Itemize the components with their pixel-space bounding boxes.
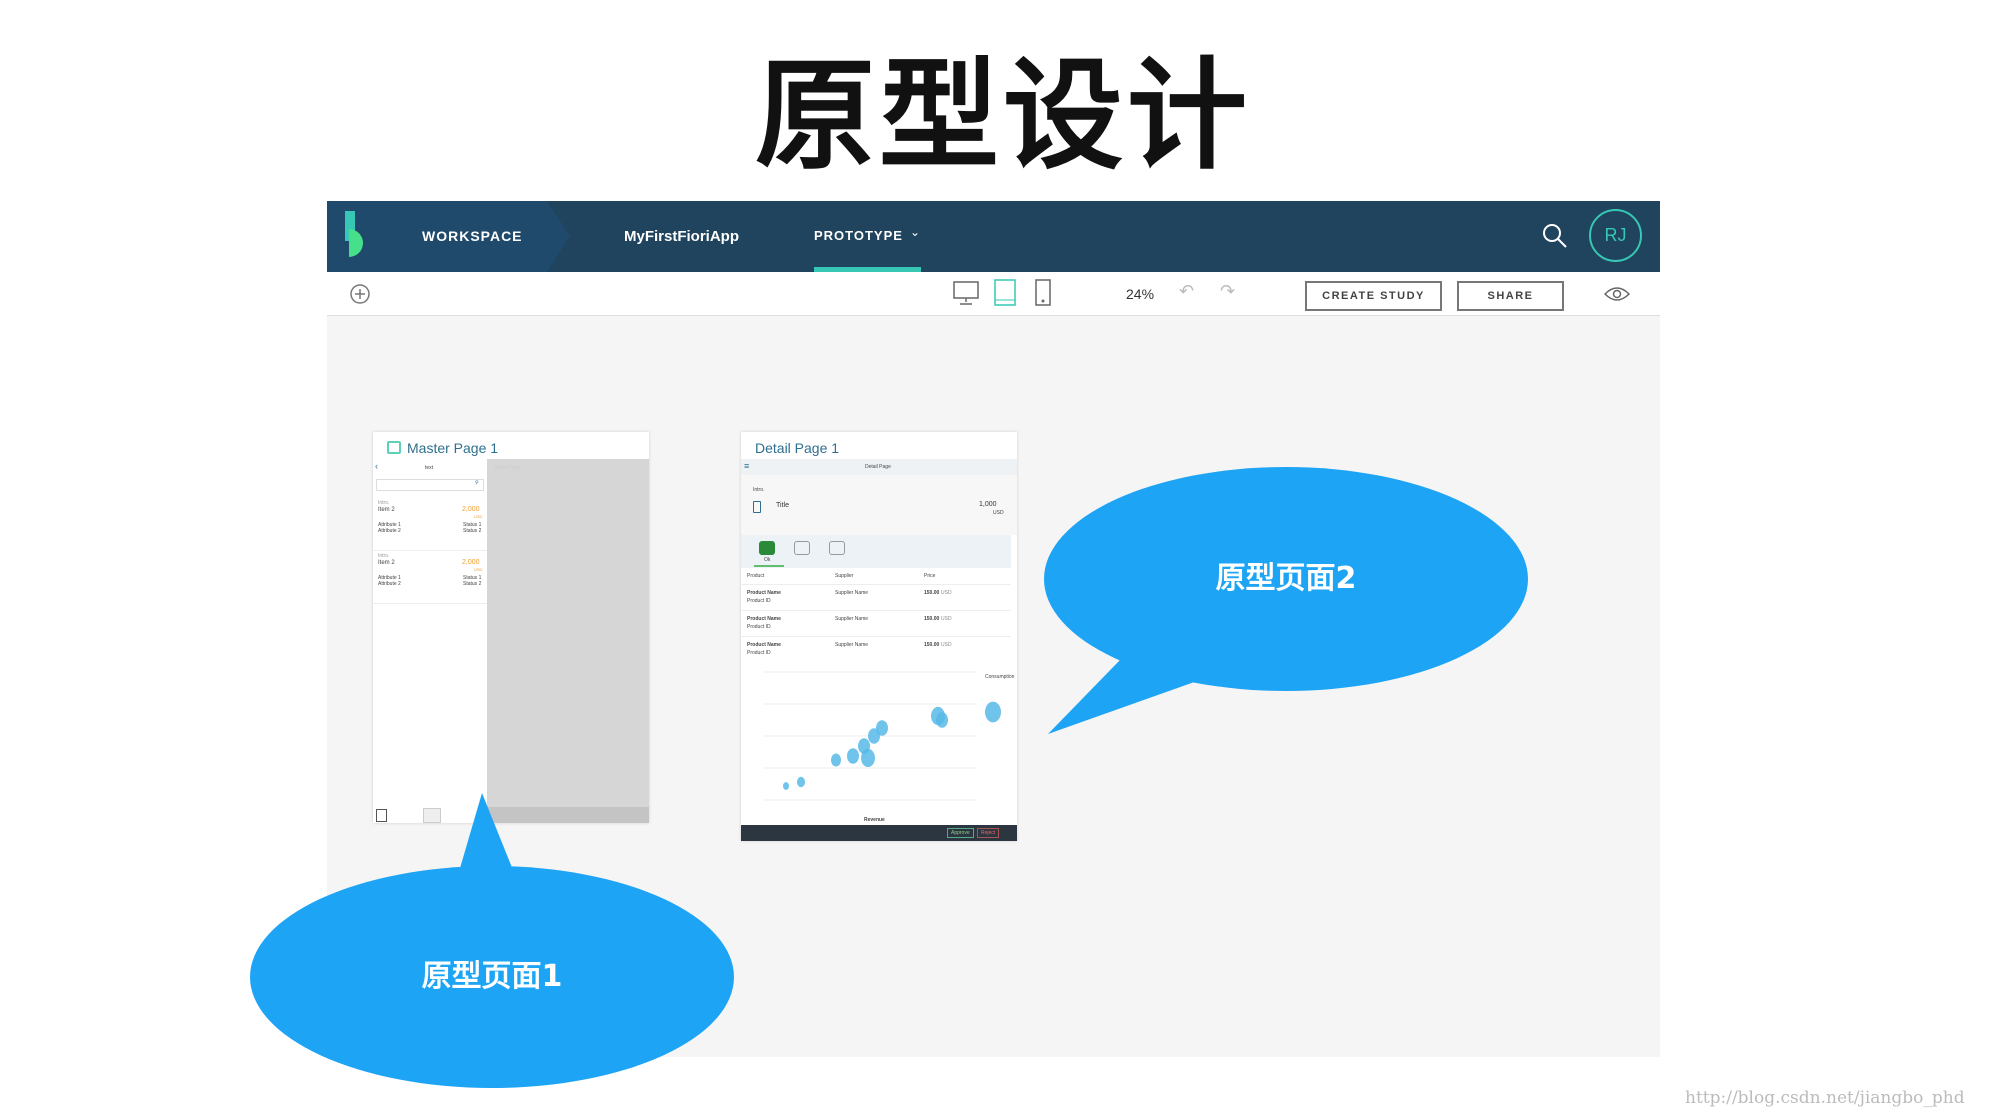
callout-1-tail <box>458 793 515 875</box>
callout-page-2: 原型页面2 <box>1044 467 1528 691</box>
callout-page-1: 原型页面1 <box>250 866 734 1088</box>
watermark: http://blog.csdn.net/jiangbo_phd <box>1685 1088 1965 1108</box>
